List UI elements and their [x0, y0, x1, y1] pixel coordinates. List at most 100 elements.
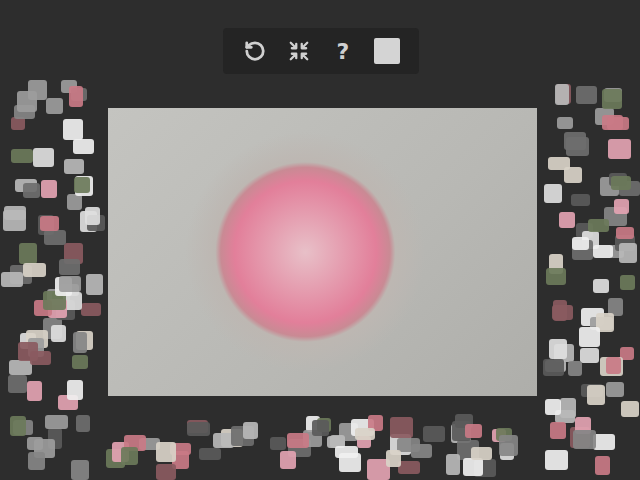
puzzle-piece[interactable] — [243, 422, 258, 439]
puzzle-piece[interactable] — [544, 184, 562, 203]
puzzle-piece[interactable] — [74, 177, 90, 193]
puzzle-piece[interactable] — [602, 89, 622, 109]
puzzle-piece[interactable] — [545, 399, 561, 415]
puzzle-piece[interactable] — [28, 452, 45, 470]
puzzle-piece[interactable] — [64, 159, 84, 174]
puzzle-piece[interactable] — [595, 456, 610, 475]
puzzle-piece[interactable] — [72, 355, 88, 369]
puzzle-piece[interactable] — [3, 210, 26, 231]
puzzle-piece[interactable] — [557, 117, 573, 129]
puzzle-piece[interactable] — [564, 167, 582, 183]
puzzle-piece[interactable] — [69, 86, 83, 107]
puzzle-piece[interactable] — [621, 401, 639, 417]
puzzle-piece[interactable] — [17, 91, 37, 112]
puzzle-piece[interactable] — [59, 276, 81, 292]
puzzle-piece[interactable] — [67, 380, 83, 400]
puzzle-piece[interactable] — [9, 360, 32, 375]
puzzle-piece[interactable] — [73, 332, 87, 353]
puzzle-piece[interactable] — [559, 212, 575, 228]
puzzle-piece[interactable] — [560, 398, 576, 418]
puzzle-piece[interactable] — [607, 117, 629, 130]
puzzle-piece[interactable] — [76, 415, 90, 432]
puzzle-piece[interactable] — [550, 422, 566, 439]
puzzle-piece[interactable] — [386, 450, 401, 467]
puzzle-piece[interactable] — [572, 237, 589, 250]
puzzle-piece[interactable] — [23, 183, 40, 198]
puzzle-piece[interactable] — [280, 451, 296, 469]
puzzle-piece[interactable] — [566, 137, 589, 156]
puzzle-piece[interactable] — [588, 219, 609, 232]
puzzle-piece[interactable] — [576, 86, 597, 104]
puzzle-piece[interactable] — [568, 361, 582, 376]
puzzle-piece[interactable] — [63, 119, 83, 140]
puzzle-board[interactable] — [108, 108, 537, 396]
puzzle-piece[interactable] — [545, 450, 568, 470]
puzzle-piece[interactable] — [620, 275, 635, 290]
puzzle-piece[interactable] — [553, 300, 567, 321]
puzzle-piece[interactable] — [571, 194, 590, 206]
puzzle-piece[interactable] — [587, 385, 605, 405]
puzzle-piece[interactable] — [85, 207, 100, 225]
puzzle-piece[interactable] — [471, 447, 492, 460]
puzzle-piece[interactable] — [18, 342, 38, 361]
puzzle-piece[interactable] — [270, 437, 286, 450]
puzzle-piece[interactable] — [355, 428, 375, 440]
puzzle-piece[interactable] — [312, 420, 329, 436]
puzzle-piece[interactable] — [1, 272, 23, 287]
puzzle-piece[interactable] — [593, 245, 613, 258]
puzzle-piece[interactable] — [156, 464, 176, 480]
puzzle-piece[interactable] — [579, 327, 600, 347]
puzzle-piece[interactable] — [593, 279, 609, 293]
puzzle-piece[interactable] — [463, 458, 483, 476]
puzzle-piece[interactable] — [46, 98, 63, 114]
puzzle-piece[interactable] — [555, 84, 569, 105]
puzzle-piece[interactable] — [156, 442, 176, 462]
puzzle-piece[interactable] — [423, 426, 445, 442]
puzzle-piece[interactable] — [27, 381, 42, 401]
puzzle-piece[interactable] — [187, 422, 210, 436]
puzzle-piece[interactable] — [67, 194, 82, 210]
puzzle-piece[interactable] — [549, 339, 567, 359]
puzzle-piece[interactable] — [411, 444, 432, 458]
puzzle-piece[interactable] — [611, 176, 631, 190]
puzzle-piece[interactable] — [546, 268, 566, 285]
puzzle-piece[interactable] — [11, 149, 33, 163]
puzzle-piece[interactable] — [51, 325, 66, 342]
puzzle-piece[interactable] — [580, 348, 599, 363]
puzzle-piece[interactable] — [45, 415, 68, 429]
puzzle-piece[interactable] — [606, 382, 624, 397]
puzzle-piece[interactable] — [608, 139, 631, 159]
puzzle-piece[interactable] — [8, 375, 27, 393]
puzzle-piece[interactable] — [199, 448, 221, 460]
puzzle-piece[interactable] — [86, 274, 103, 295]
puzzle-piece[interactable] — [335, 446, 358, 458]
puzzle-piece[interactable] — [121, 447, 138, 465]
puzzle-piece[interactable] — [398, 461, 420, 474]
puzzle-piece[interactable] — [619, 243, 637, 263]
puzzle-piece[interactable] — [11, 117, 25, 130]
puzzle-piece[interactable] — [81, 303, 101, 316]
puzzle-piece[interactable] — [446, 454, 460, 475]
scatter-button[interactable] — [277, 28, 321, 74]
puzzle-piece[interactable] — [287, 433, 309, 448]
puzzle-piece[interactable] — [614, 199, 629, 214]
puzzle-piece[interactable] — [543, 359, 564, 376]
puzzle-piece[interactable] — [573, 430, 596, 449]
puzzle-piece[interactable] — [40, 216, 59, 231]
puzzle-piece[interactable] — [616, 227, 634, 239]
preview-button[interactable] — [365, 28, 409, 74]
puzzle-piece[interactable] — [23, 263, 46, 277]
puzzle-piece[interactable] — [10, 416, 26, 436]
puzzle-piece[interactable] — [499, 435, 518, 456]
help-button[interactable]: ? — [321, 28, 365, 74]
puzzle-piece[interactable] — [593, 434, 615, 450]
puzzle-piece[interactable] — [73, 139, 94, 154]
undo-button[interactable] — [233, 28, 277, 74]
puzzle-piece[interactable] — [19, 243, 37, 264]
puzzle-piece[interactable] — [44, 230, 66, 245]
puzzle-piece[interactable] — [390, 417, 413, 438]
puzzle-piece[interactable] — [606, 357, 621, 374]
puzzle-piece[interactable] — [41, 180, 57, 198]
puzzle-piece[interactable] — [71, 460, 89, 480]
puzzle-piece[interactable] — [465, 424, 482, 438]
